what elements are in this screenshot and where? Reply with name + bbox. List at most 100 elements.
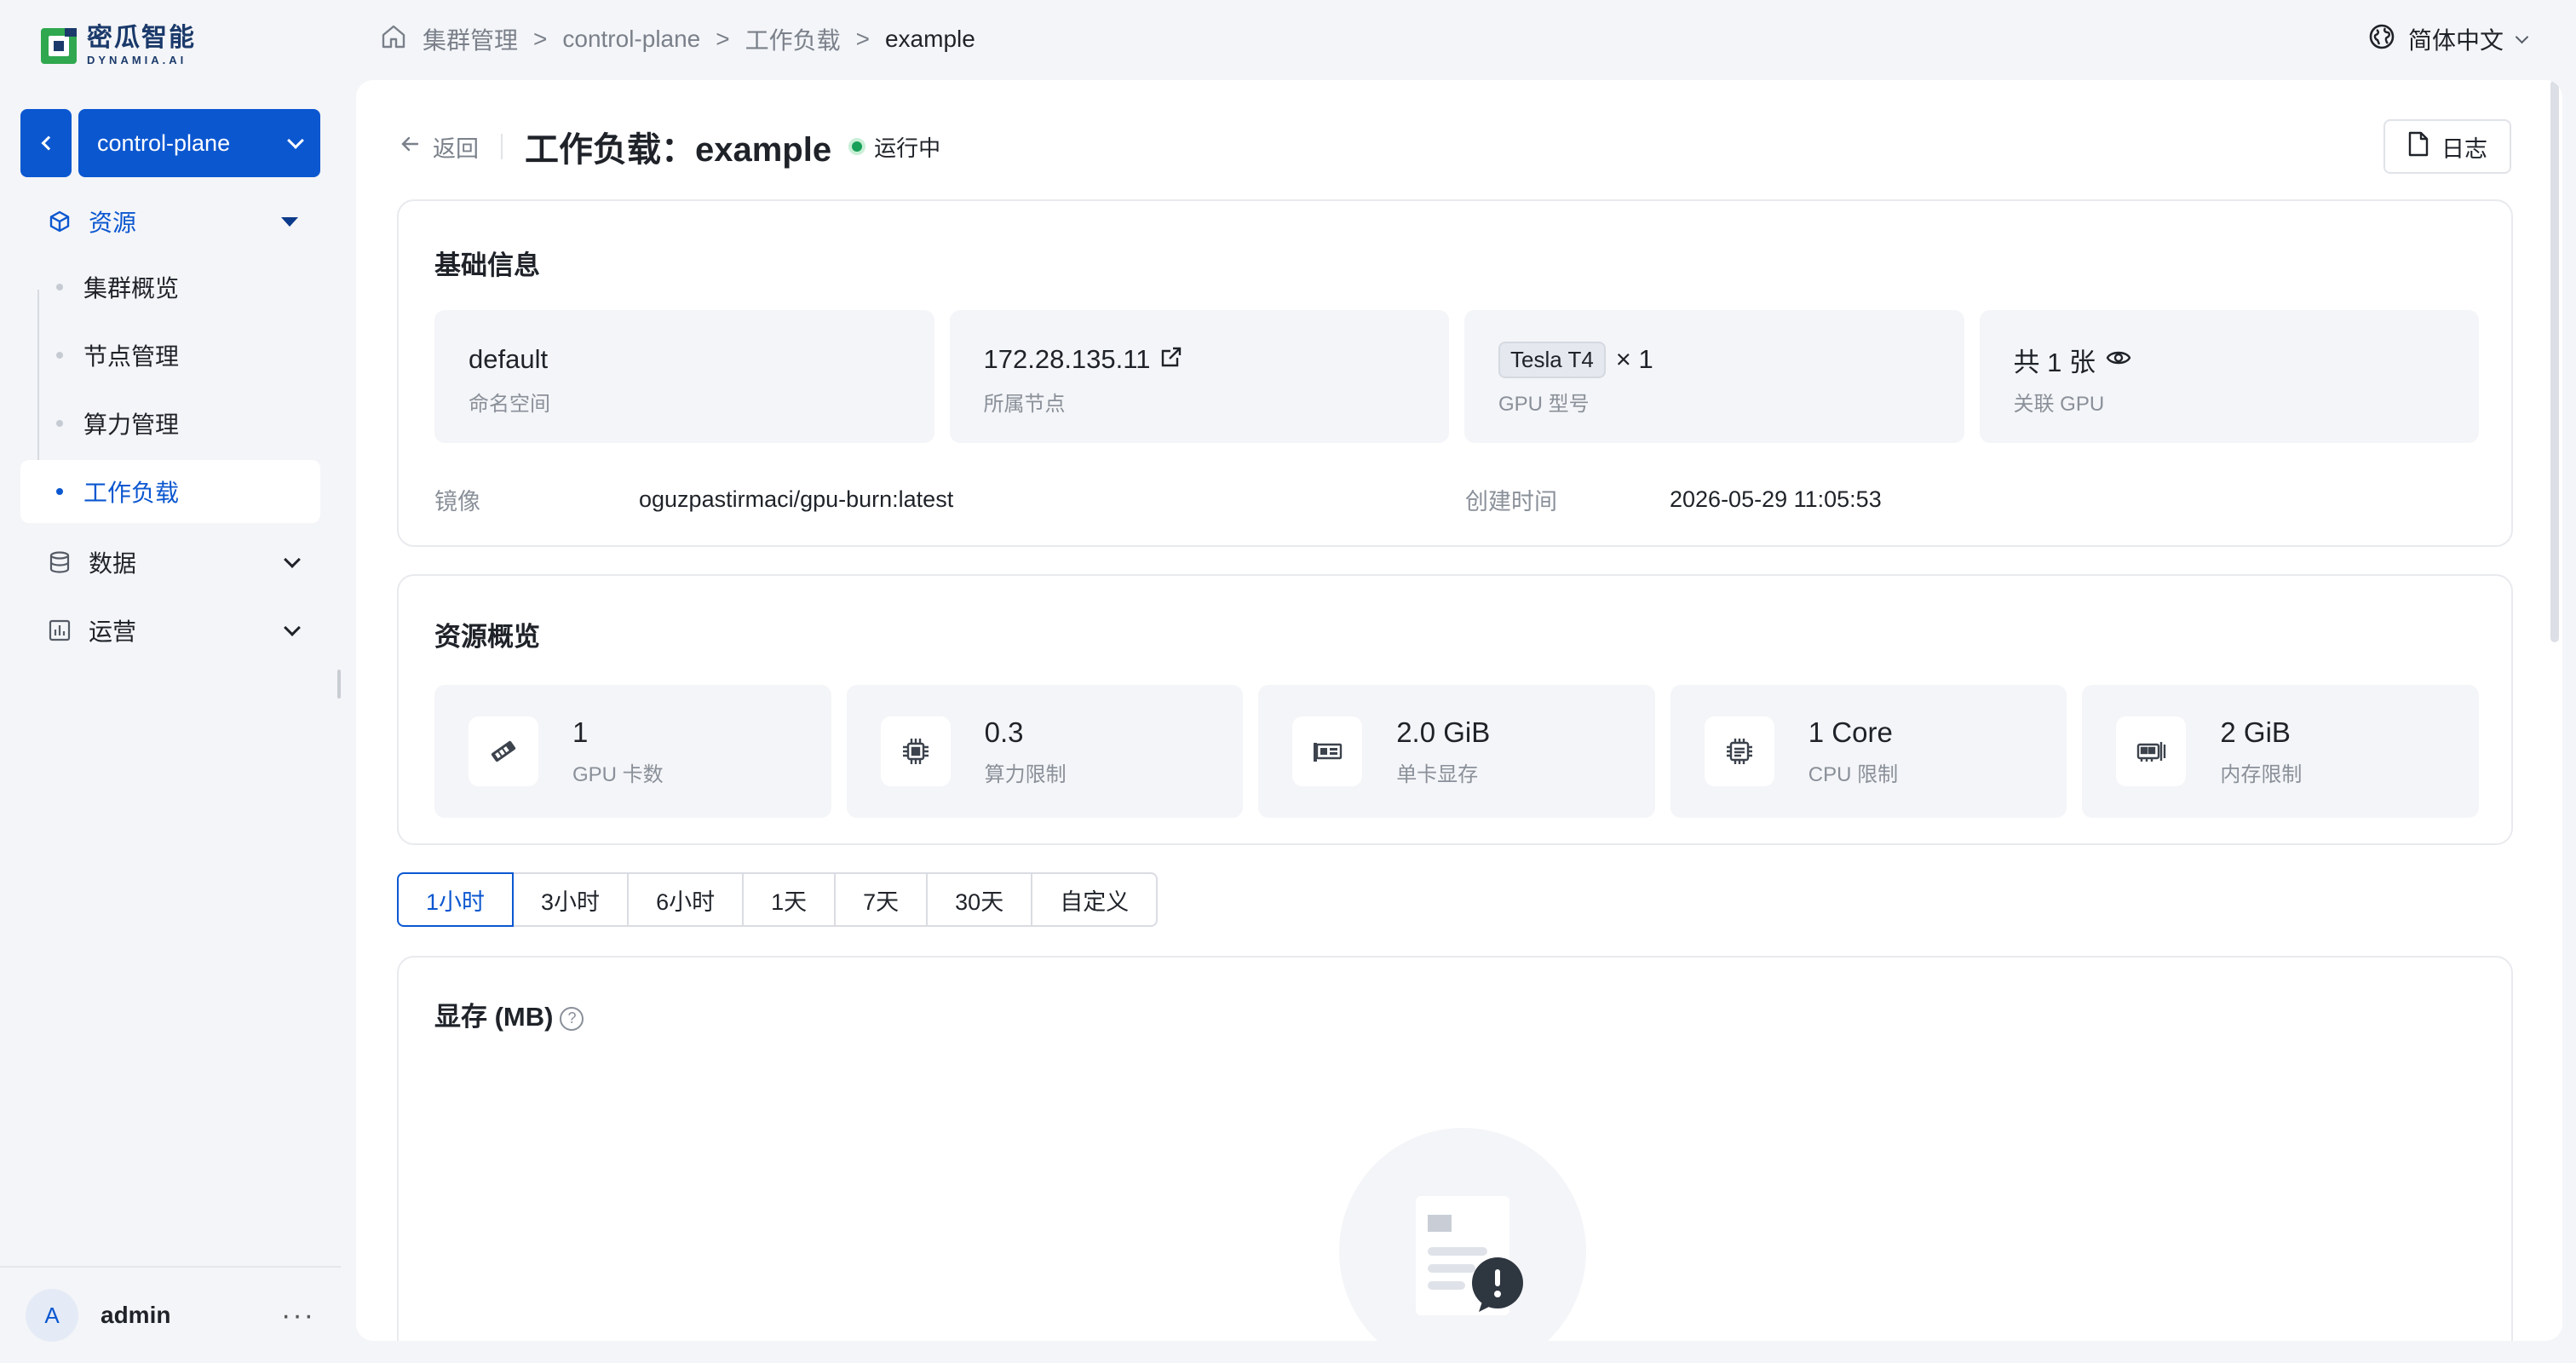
language-label: 简体中文 bbox=[2407, 27, 2504, 54]
chevron-down-icon bbox=[287, 132, 304, 149]
sidebar-item-compute-management[interactable]: 算力管理 bbox=[20, 392, 320, 455]
caret-down-icon bbox=[281, 216, 298, 227]
time-tab-6h[interactable]: 6小时 bbox=[627, 872, 745, 927]
time-tab-1d[interactable]: 1天 bbox=[742, 872, 837, 927]
nav-group-label: 数据 bbox=[89, 550, 137, 577]
namespace-value: default bbox=[469, 344, 549, 374]
resource-overview-title: 资源概览 bbox=[434, 622, 540, 652]
help-icon[interactable]: ? bbox=[560, 1006, 584, 1031]
header-divider bbox=[501, 134, 503, 159]
bullet-icon bbox=[56, 420, 63, 427]
no-data-icon bbox=[1416, 1196, 1523, 1315]
more-options-icon[interactable]: ··· bbox=[281, 1299, 315, 1332]
resource-value: 2.0 GiB bbox=[1396, 716, 1491, 748]
resource-tile-cpu-limit: 1 Core CPU 限制 bbox=[1670, 685, 2067, 818]
bullet-icon bbox=[56, 352, 63, 359]
log-button[interactable]: 日志 bbox=[2383, 119, 2511, 174]
page-header: 返回 工作负载：example 运行中 日志 bbox=[399, 114, 2511, 179]
sidebar-item-label: 算力管理 bbox=[83, 411, 180, 438]
log-button-label: 日志 bbox=[2441, 135, 2487, 162]
resource-tile-gpu-count: 1 GPU 卡数 bbox=[434, 685, 831, 818]
resource-label: CPU 限制 bbox=[1808, 762, 1899, 786]
node-label: 所属节点 bbox=[983, 393, 1066, 416]
nav-group-label: 运营 bbox=[89, 618, 137, 645]
cluster-select[interactable]: control-plane bbox=[78, 109, 320, 177]
memory-chart-card: 显存 (MB)? bbox=[397, 956, 2513, 1341]
brand-logo[interactable]: 密瓜智能 DYNAMIA.AI bbox=[39, 26, 196, 66]
status-label: 运行中 bbox=[874, 135, 941, 161]
resource-overview-grid: 1 GPU 卡数 0.3 算力限制 2.0 GiB 单卡显存 1 Core CP… bbox=[434, 685, 2479, 818]
avatar[interactable]: A bbox=[26, 1289, 78, 1342]
breadcrumb-item-workloads[interactable]: 工作负载 bbox=[745, 22, 841, 56]
resources-submenu: 集群概览 节点管理 算力管理 工作负载 bbox=[20, 256, 320, 528]
time-tab-custom[interactable]: 自定义 bbox=[1031, 872, 1159, 927]
time-tab-3h[interactable]: 3小时 bbox=[512, 872, 630, 927]
gpu-card-icon bbox=[469, 716, 538, 786]
brand-name-cn: 密瓜智能 bbox=[87, 24, 196, 52]
created-value: 2026-05-29 11:05:53 bbox=[1670, 486, 1882, 512]
resource-tile-memory-limit: 2 GiB 内存限制 bbox=[2082, 685, 2479, 818]
nav-group-operations[interactable]: 运营 bbox=[20, 600, 320, 661]
breadcrumb-separator: > bbox=[855, 26, 870, 52]
related-gpu-label: 关联 GPU bbox=[2013, 393, 2105, 416]
back-button[interactable]: 返回 bbox=[399, 130, 479, 164]
breadcrumb-separator: > bbox=[533, 26, 548, 52]
main-panel: 返回 工作负载：example 运行中 日志 基础信息 default 命名空间 bbox=[356, 80, 2562, 1341]
basic-info-card: 基础信息 default 命名空间 172.28.135.11 所属节点 Tes… bbox=[397, 199, 2513, 547]
globe-icon bbox=[2369, 24, 2395, 55]
eye-icon[interactable] bbox=[2106, 344, 2131, 375]
collapse-sidebar-button[interactable] bbox=[20, 109, 72, 177]
nav-group-label: 资源 bbox=[89, 210, 137, 236]
related-gpu-value: 共 1 张 bbox=[2013, 347, 2096, 377]
sidebar-item-workloads[interactable]: 工作负载 bbox=[20, 460, 320, 523]
nav-group-resources[interactable]: 资源 bbox=[20, 191, 320, 252]
chevron-down-icon bbox=[2515, 30, 2529, 43]
brand-name-en: DYNAMIA.AI bbox=[87, 54, 187, 66]
memory-chart-title: 显存 (MB) bbox=[434, 1002, 554, 1032]
sidebar-item-node-management[interactable]: 节点管理 bbox=[20, 324, 320, 387]
breadcrumb-item-cluster[interactable]: control-plane bbox=[562, 26, 700, 53]
nav-group-data[interactable]: 数据 bbox=[20, 532, 320, 593]
breadcrumb-item-cluster-management[interactable]: 集群管理 bbox=[423, 22, 518, 56]
home-icon[interactable] bbox=[380, 23, 407, 56]
bullet-icon bbox=[56, 284, 63, 290]
gpu-model-tag: Tesla T4 bbox=[1498, 341, 1606, 378]
time-tab-7d[interactable]: 7天 bbox=[834, 872, 929, 927]
time-range-tabs: 1小时 3小时 6小时 1天 7天 30天 自定义 bbox=[397, 872, 1159, 927]
external-link-icon[interactable] bbox=[1160, 344, 1182, 375]
language-switcher[interactable]: 简体中文 bbox=[2369, 22, 2529, 56]
resource-value: 2 GiB bbox=[2220, 716, 2291, 748]
resource-label: 内存限制 bbox=[2220, 762, 2303, 786]
cube-icon bbox=[46, 208, 73, 235]
user-bar: A admin ··· bbox=[0, 1266, 341, 1363]
cluster-picker: control-plane bbox=[20, 109, 320, 177]
time-tab-30d[interactable]: 30天 bbox=[926, 872, 1033, 927]
image-value: oguzpastirmaci/gpu-burn:latest bbox=[639, 486, 954, 512]
image-key: 镜像 bbox=[434, 488, 480, 515]
vertical-scrollbar[interactable] bbox=[2550, 80, 2559, 642]
resource-value: 1 Core bbox=[1808, 716, 1893, 748]
file-icon bbox=[2407, 131, 2429, 163]
created-key: 创建时间 bbox=[1465, 488, 1557, 515]
resource-tile-card-memory: 2.0 GiB 单卡显存 bbox=[1258, 685, 1655, 818]
logo-mark-icon bbox=[41, 27, 77, 64]
node-value: 172.28.135.11 bbox=[983, 344, 1151, 374]
gpu-model-count: × 1 bbox=[1615, 344, 1653, 374]
resource-value: 0.3 bbox=[984, 716, 1024, 748]
sidebar-item-label: 工作负载 bbox=[83, 480, 180, 506]
breadcrumb: 集群管理 > control-plane > 工作负载 > example bbox=[380, 22, 975, 56]
breadcrumb-item-current: example bbox=[884, 26, 975, 52]
back-label: 返回 bbox=[433, 135, 479, 162]
gpu-model-tile: Tesla T4 × 1 GPU 型号 bbox=[1464, 310, 1964, 443]
resource-overview-card: 资源概览 1 GPU 卡数 0.3 算力限制 2.0 GiB 单卡显存 1 Co… bbox=[397, 574, 2513, 845]
sidebar-item-cluster-overview[interactable]: 集群概览 bbox=[20, 256, 320, 319]
resource-label: 单卡显存 bbox=[1396, 762, 1479, 786]
time-tab-1h[interactable]: 1小时 bbox=[397, 872, 515, 927]
database-icon bbox=[46, 549, 73, 576]
breadcrumb-separator: > bbox=[716, 26, 730, 52]
sidebar-resize-handle[interactable] bbox=[337, 670, 341, 699]
empty-state-illustration bbox=[1339, 1128, 1586, 1341]
user-name: admin bbox=[101, 1302, 171, 1328]
status-running-icon bbox=[848, 138, 866, 155]
ram-icon bbox=[2116, 716, 2187, 786]
